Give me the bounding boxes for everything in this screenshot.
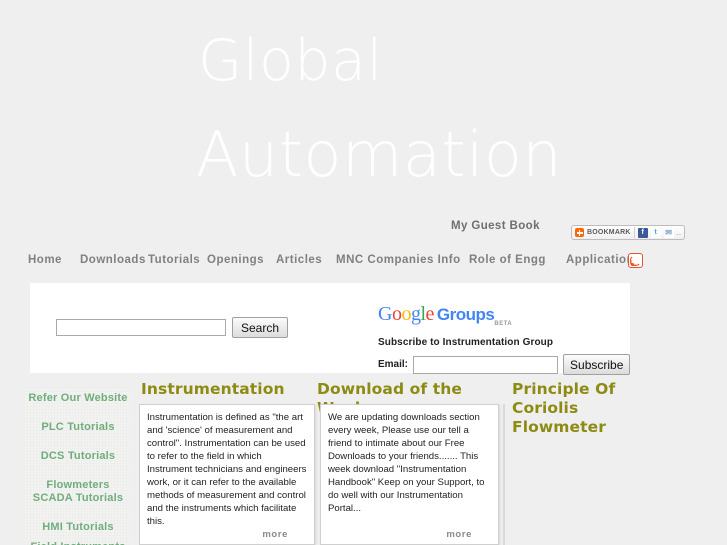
sidebar-item-flowmeters[interactable]: Flowmeters: [24, 479, 132, 492]
content-text: We are updating downloads section every …: [328, 412, 485, 514]
content-text: Instrumentation is defined as "the art a…: [147, 412, 307, 527]
more-share-icon[interactable]: ..: [677, 228, 681, 238]
sidebar-item-hmi-tutorials[interactable]: HMI Tutorials: [24, 521, 132, 534]
nav-item-downloads[interactable]: Downloads: [80, 252, 146, 268]
sidebar-item-dcs-tutorials[interactable]: DCS Tutorials: [24, 450, 132, 463]
divider: [633, 227, 635, 238]
facebook-icon[interactable]: f: [637, 227, 648, 238]
sidebar-item-field-instruments[interactable]: Field Instruments: [24, 541, 132, 545]
bookmark-share-widget[interactable]: BOOKMARK f t ✉ ..: [571, 225, 686, 240]
nav-item-mnc-companies-info[interactable]: MNC Companies Info: [336, 252, 461, 268]
email-field[interactable]: [413, 355, 559, 374]
subscribe-button[interactable]: Subscribe: [563, 354, 631, 375]
search-input[interactable]: [56, 319, 226, 336]
sidebar-item-refer-our-website[interactable]: Refer Our Website: [24, 392, 132, 405]
email-label: Email:: [378, 359, 409, 370]
logo-letter-o2: o: [401, 303, 411, 325]
page-root: Global Automation My Guest Book BOOKMARK…: [0, 0, 727, 545]
logo-beta-badge: BETA: [494, 321, 513, 327]
google-groups-subscribe-box: Google GroupsBETA Subscribe to Instrument…: [378, 303, 631, 375]
site-title-line-1: Global: [198, 28, 383, 94]
column-heading-principle-of-coriolis-flowmeter: Principle Of Coriolis Flowmeter: [512, 380, 616, 436]
bookmark-label: BOOKMARK: [587, 229, 631, 236]
content-box-download-of-the-week: We are updating downloads section every …: [320, 404, 499, 545]
plus-icon: [575, 228, 584, 237]
site-search: Search: [56, 317, 289, 338]
sidebar-item-plc-tutorials[interactable]: PLC Tutorials: [24, 421, 132, 434]
content-box-instrumentation: Instrumentation is defined as "the art a…: [139, 404, 315, 545]
nav-item-openings[interactable]: Openings: [207, 252, 264, 268]
nav-item-articles[interactable]: Articles: [276, 252, 322, 268]
my-guest-book-link[interactable]: My Guest Book: [451, 220, 540, 232]
nav-item-tutorials[interactable]: Tutorials: [148, 252, 200, 268]
sidebar-item-scada-tutorials[interactable]: SCADA Tutorials: [24, 492, 132, 505]
google-groups-subtitle: Subscribe to Instrumentation Group: [378, 337, 554, 348]
nav-item-home[interactable]: Home: [28, 252, 62, 268]
nav-item-role-of-engg[interactable]: Role of Engg: [469, 252, 546, 268]
logo-letter-e: e: [425, 303, 435, 325]
more-link-download-of-the-week[interactable]: more: [446, 529, 472, 540]
main-navigation: Home Downloads Tutorials Openings Articl…: [0, 252, 727, 276]
site-banner: Global Automation: [0, 0, 727, 210]
search-button[interactable]: Search: [232, 317, 289, 338]
rss-arc-outer: [630, 255, 641, 266]
google-groups-form: Email: Subscribe: [378, 354, 631, 375]
left-sidebar: Refer Our Website PLC Tutorials DCS Tuto…: [24, 388, 132, 545]
twitter-icon[interactable]: t: [650, 227, 661, 238]
email-icon[interactable]: ✉: [663, 227, 674, 238]
column-heading-instrumentation: Instrumentation: [141, 380, 285, 398]
logo-word-groups: Groups: [436, 305, 495, 324]
google-groups-logo: Google GroupsBETA: [378, 303, 608, 335]
logo-letter-g1: G: [378, 303, 392, 325]
site-title-line-2: Automation: [196, 118, 563, 191]
rss-feed-icon[interactable]: [628, 253, 643, 268]
more-link-instrumentation[interactable]: more: [262, 529, 288, 540]
right-column-edge: [503, 404, 505, 545]
